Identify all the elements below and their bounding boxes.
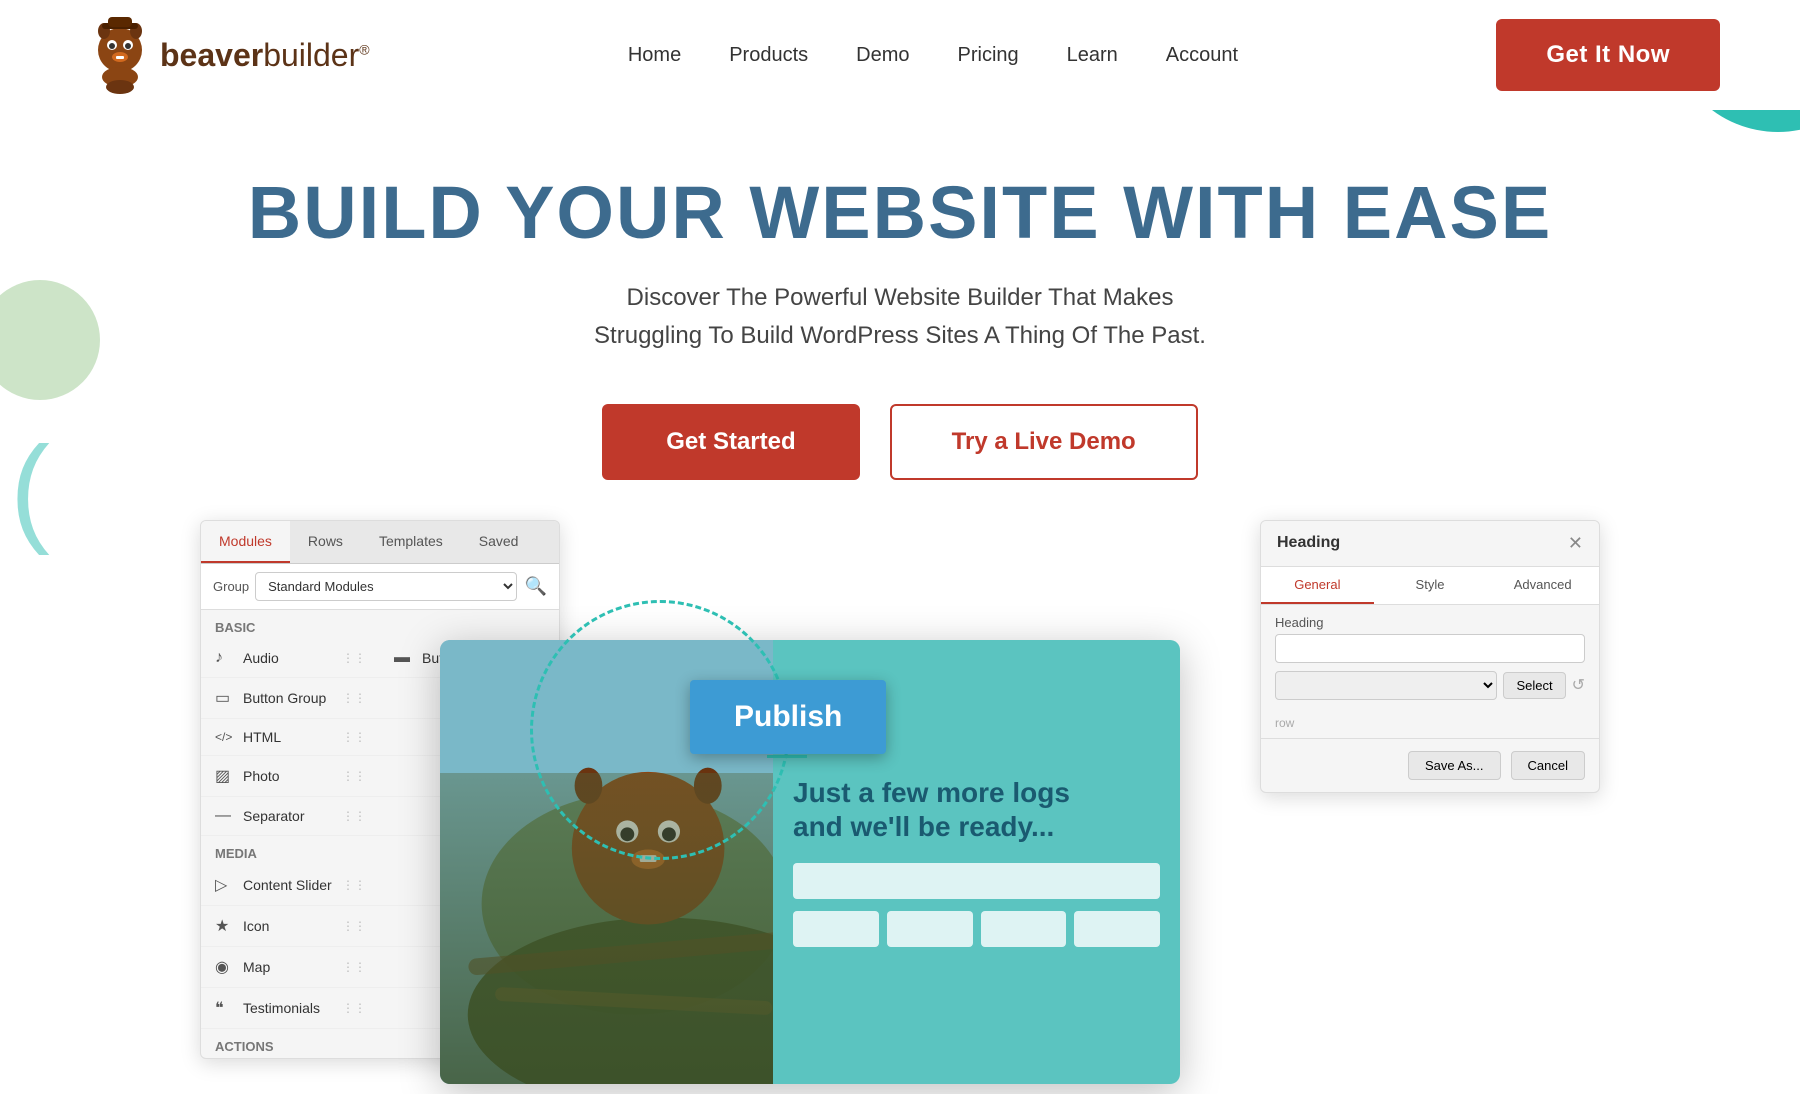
tab-saved[interactable]: Saved <box>461 521 537 563</box>
logo[interactable]: beaverbuilder® <box>80 15 370 95</box>
module-html[interactable]: </> HTML ⋮⋮ <box>201 719 380 756</box>
hero-title: BUILD YOUR WEBSITE WITH EASE <box>0 170 1800 255</box>
button-group-icon: ▭ <box>215 688 235 708</box>
nav-pricing[interactable]: Pricing <box>958 44 1019 66</box>
heading-input[interactable] <box>1275 634 1585 663</box>
preview-input-4[interactable] <box>981 911 1067 947</box>
panel-tabs: Modules Rows Templates Saved <box>201 521 559 564</box>
drag-handle: ⋮⋮ <box>342 651 366 665</box>
nav-products[interactable]: Products <box>729 44 808 66</box>
heading-select[interactable] <box>1275 671 1497 700</box>
module-photo-label: Photo <box>243 768 280 784</box>
module-map-label: Map <box>243 959 270 975</box>
preview-input-5[interactable] <box>1074 911 1160 947</box>
nav-links: Home Products Demo Pricing Learn Account <box>628 44 1238 67</box>
nav-learn[interactable]: Learn <box>1067 44 1118 66</box>
module-testimonials-label: Testimonials <box>243 1000 320 1016</box>
preview-input-row <box>793 911 1160 947</box>
module-testimonials[interactable]: ❝ Testimonials ⋮⋮ <box>201 988 380 1029</box>
drag-handle: ⋮⋮ <box>342 919 366 933</box>
settings-tabs: General Style Advanced <box>1261 567 1599 605</box>
live-demo-button[interactable]: Try a Live Demo <box>890 404 1198 480</box>
drag-handle: ⋮⋮ <box>342 691 366 705</box>
drag-handle: ⋮⋮ <box>342 1001 366 1015</box>
settings-tab-style[interactable]: Style <box>1374 567 1487 604</box>
navbar: beaverbuilder® Home Products Demo Pricin… <box>0 0 1800 110</box>
hero-buttons: Get Started Try a Live Demo <box>0 404 1800 480</box>
module-separator[interactable]: — Separator ⋮⋮ <box>201 797 380 836</box>
map-icon: ◉ <box>215 957 235 977</box>
panel-search-row: Group Standard Modules 🔍 <box>201 564 559 610</box>
preview-input-2[interactable] <box>793 911 879 947</box>
tab-rows[interactable]: Rows <box>290 521 361 563</box>
module-html-label: HTML <box>243 729 281 745</box>
row-label: row <box>1261 708 1599 738</box>
slider-icon: ▷ <box>215 875 235 895</box>
nav-home[interactable]: Home <box>628 44 681 66</box>
publish-button[interactable]: Publish <box>690 680 886 754</box>
drag-handle: ⋮⋮ <box>342 730 366 744</box>
photo-icon: ▨ <box>215 766 235 786</box>
close-icon[interactable]: ✕ <box>1568 533 1583 554</box>
module-audio-label: Audio <box>243 650 279 666</box>
tab-modules[interactable]: Modules <box>201 521 290 563</box>
module-map[interactable]: ◉ Map ⋮⋮ <box>201 947 380 988</box>
demo-area: Modules Rows Templates Saved Group Stand… <box>200 520 1600 1000</box>
settings-tab-general[interactable]: General <box>1261 567 1374 604</box>
testimonials-icon: ❝ <box>215 998 235 1018</box>
beaver-logo-icon <box>80 15 160 95</box>
hero-subtitle: Discover The Powerful Website Builder Th… <box>0 279 1800 356</box>
preview-input-3[interactable] <box>887 911 973 947</box>
settings-title: Heading <box>1277 534 1340 552</box>
button-icon: ▬ <box>394 649 414 667</box>
settings-panel: Heading ✕ General Style Advanced Heading… <box>1260 520 1600 793</box>
settings-header: Heading ✕ <box>1261 521 1599 567</box>
audio-icon: ♪ <box>215 649 235 667</box>
drag-handle: ⋮⋮ <box>342 960 366 974</box>
module-icon[interactable]: ★ Icon ⋮⋮ <box>201 906 380 947</box>
drag-handle: ⋮⋮ <box>342 769 366 783</box>
preview-input-1[interactable] <box>793 863 1160 899</box>
module-button-group[interactable]: ▭ Button Group ⋮⋮ <box>201 678 380 719</box>
group-select[interactable]: Standard Modules <box>255 572 516 601</box>
tab-templates[interactable]: Templates <box>361 521 461 563</box>
settings-select-row: Select ↺ <box>1275 671 1585 700</box>
preview-heading: Just a few more logs and we'll be ready.… <box>793 776 1160 843</box>
module-content-slider[interactable]: ▷ Content Slider ⋮⋮ <box>201 865 380 906</box>
heading-field-label: Heading <box>1261 605 1599 634</box>
settings-tab-advanced[interactable]: Advanced <box>1486 567 1599 604</box>
module-separator-label: Separator <box>243 808 304 824</box>
nav-demo[interactable]: Demo <box>856 44 909 66</box>
module-slider-label: Content Slider <box>243 877 332 893</box>
separator-icon: — <box>215 807 235 825</box>
drag-handle: ⋮⋮ <box>342 809 366 823</box>
group-label: Group <box>213 579 249 594</box>
get-it-now-button[interactable]: Get It Now <box>1496 19 1720 91</box>
cancel-button[interactable]: Cancel <box>1511 751 1585 780</box>
module-photo[interactable]: ▨ Photo ⋮⋮ <box>201 756 380 797</box>
icon-icon: ★ <box>215 916 235 936</box>
select-button[interactable]: Select <box>1503 672 1565 699</box>
section-basic-label: Basic <box>201 610 559 639</box>
settings-footer: Save As... Cancel <box>1261 738 1599 792</box>
nav-account[interactable]: Account <box>1166 44 1238 66</box>
get-started-button[interactable]: Get Started <box>602 404 859 480</box>
search-icon[interactable]: 🔍 <box>525 576 547 597</box>
module-icon-label: Icon <box>243 918 269 934</box>
module-audio[interactable]: ♪ Audio ⋮⋮ <box>201 639 380 678</box>
drag-handle: ⋮⋮ <box>342 878 366 892</box>
html-icon: </> <box>215 730 235 744</box>
save-as-button[interactable]: Save As... <box>1408 751 1501 780</box>
logo-text: beaverbuilder® <box>160 37 370 74</box>
module-button-group-label: Button Group <box>243 690 326 706</box>
hero-section: BUILD YOUR WEBSITE WITH EASE Discover Th… <box>0 110 1800 520</box>
refresh-icon[interactable]: ↺ <box>1572 675 1585 695</box>
